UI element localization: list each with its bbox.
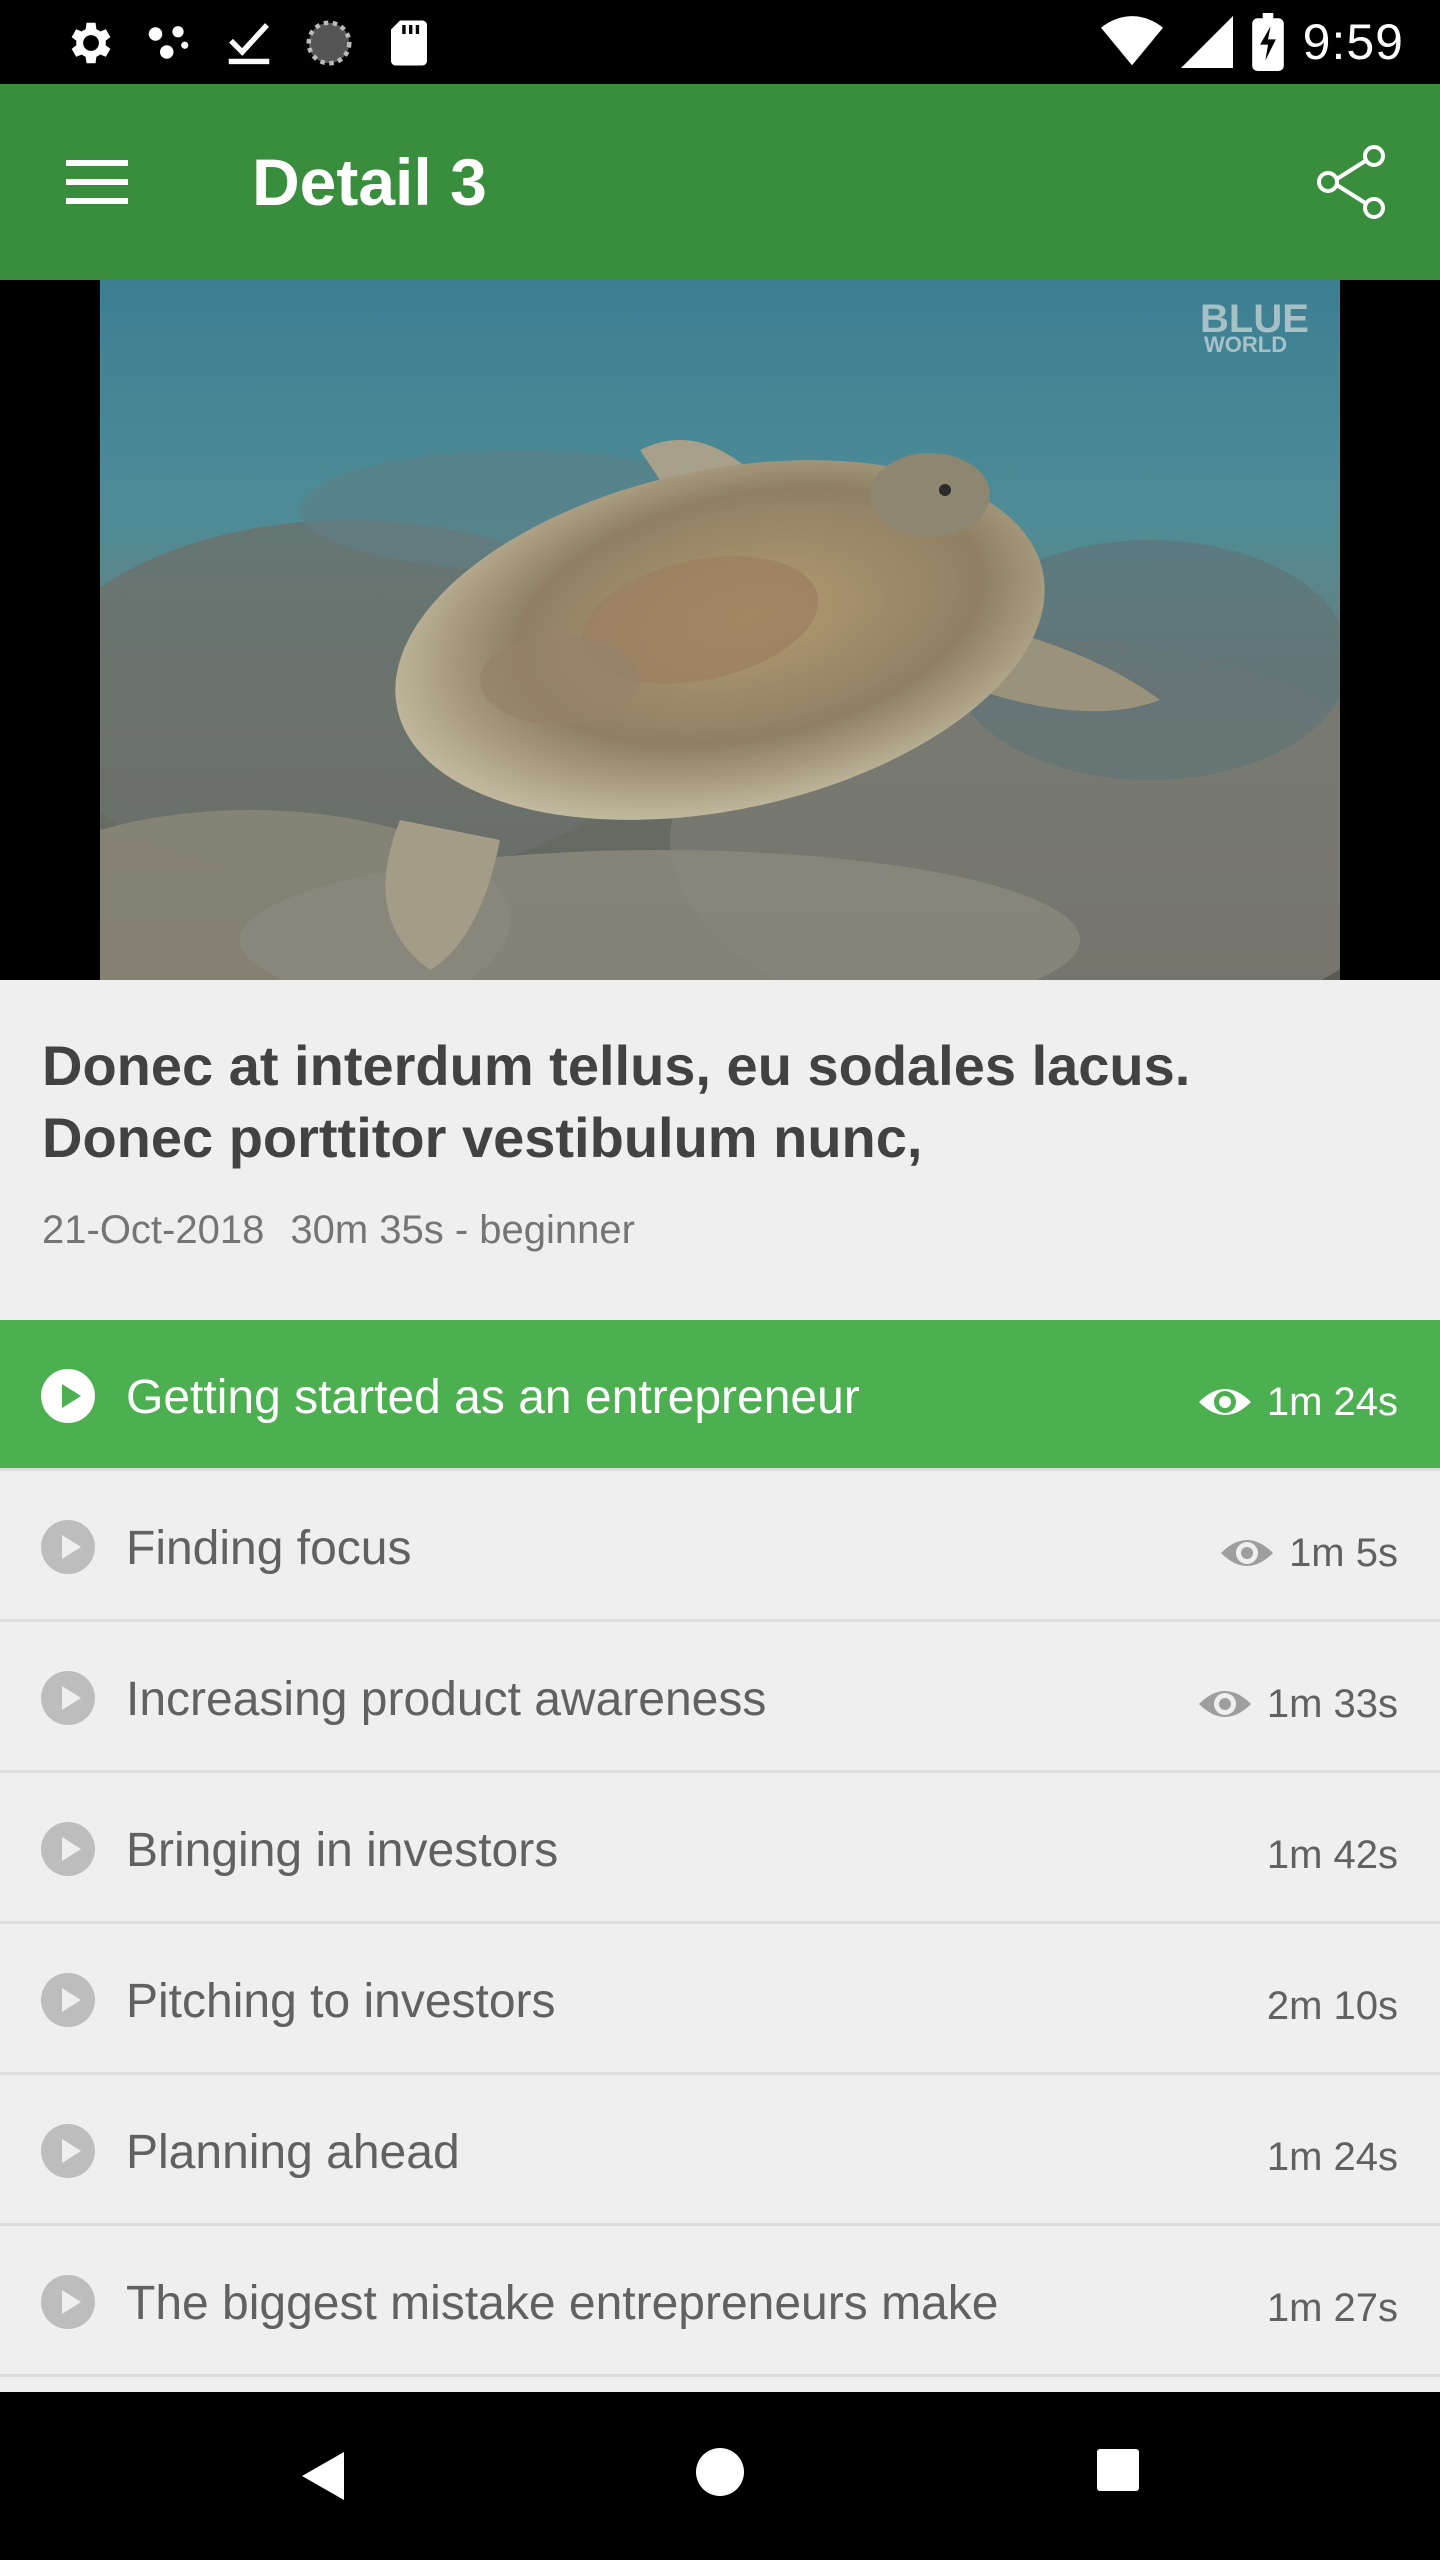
play-circle-icon (41, 2275, 95, 2329)
lesson-duration: 1m 42s (1266, 1833, 1398, 1877)
notification-icons (62, 16, 436, 70)
lesson-title: Planning ahead (126, 2126, 460, 2179)
menu-button[interactable] (62, 152, 132, 212)
lesson-title: Getting started as an entrepreneur (126, 1371, 860, 1424)
lesson-row[interactable]: Increasing product awareness 1m 33s (0, 1622, 1440, 1773)
play-circle-icon (41, 1671, 95, 1725)
lesson-row[interactable]: Bringing in investors 1m 42s (0, 1773, 1440, 1924)
lesson-row[interactable]: Planning ahead 1m 24s (0, 2075, 1440, 2226)
lesson-duration: 1m 27s (1266, 2286, 1398, 2330)
wifi-icon (1100, 16, 1163, 66)
lesson-meta: 2m 10s (1267, 1982, 1398, 2030)
lesson-meta: 1m 24s (1197, 1378, 1398, 1426)
lesson-title: Pitching to investors (126, 1975, 556, 2028)
home-icon[interactable] (694, 2446, 746, 2498)
video-thumbnail: BLUE WORLD (100, 280, 1340, 980)
video-watermark-line2: WORLD (1204, 332, 1287, 357)
dots-icon (148, 26, 189, 59)
lesson-meta: 1m 33s (1197, 1680, 1398, 1728)
lesson-row[interactable]: Getting started as an entrepreneur 1m 24s (0, 1320, 1440, 1471)
eye-icon (1221, 1540, 1274, 1566)
lesson-title: Bringing in investors (126, 1824, 559, 1877)
lesson-list: Getting started as an entrepreneur 1m 24s… (0, 1320, 1440, 2377)
signal-icon (1180, 16, 1233, 68)
lesson-meta: 1m 5s (1219, 1529, 1398, 1577)
lesson-duration: 1m 33s (1266, 1682, 1398, 1726)
navigation-bar (0, 2392, 1440, 2560)
lesson-row[interactable]: Finding focus 1m 5s (0, 1471, 1440, 1622)
lesson-duration: 1m 24s (1266, 2135, 1398, 2179)
sd-card-icon (391, 20, 427, 66)
eye-icon (1198, 1691, 1251, 1717)
lesson-row[interactable]: The biggest mistake entrepreneurs make 1m… (0, 2226, 1440, 2377)
system-icons: 9:59 (1100, 12, 1404, 72)
eye-icon (1198, 1389, 1251, 1415)
play-circle-icon (41, 1822, 95, 1876)
play-circle-icon (41, 1520, 95, 1574)
lesson-row[interactable]: Pitching to investors 2m 10s (0, 1924, 1440, 2075)
course-title: Donec at interdum tellus, eu sodales lac… (42, 1034, 1191, 1169)
video-player[interactable]: BLUE WORLD (0, 280, 1440, 980)
course-date: 21-Oct-2018 (42, 1208, 265, 1252)
recents-icon[interactable] (1094, 2446, 1142, 2494)
lesson-title: Increasing product awareness (126, 1673, 767, 1726)
course-summary: 30m 35s - beginner (290, 1208, 635, 1252)
back-icon[interactable] (296, 2446, 350, 2506)
lesson-title: The biggest mistake entrepreneurs make (126, 2277, 999, 2330)
app-bar: Detail 3 (0, 84, 1440, 280)
lesson-duration: 1m 24s (1266, 1380, 1398, 1424)
hamburger-menu-icon (66, 160, 128, 204)
play-circle-icon (41, 2124, 95, 2178)
share-icon (1317, 145, 1385, 219)
play-circle-icon (41, 1973, 95, 2027)
clock: 9:59 (1302, 14, 1404, 70)
lesson-meta: 1m 27s (1267, 2284, 1398, 2332)
lesson-duration: 1m 5s (1289, 1531, 1398, 1575)
course-info: Donec at interdum tellus, eu sodales lac… (0, 980, 1440, 1320)
page-title: Detail 3 (252, 145, 487, 219)
lesson-meta: 1m 42s (1267, 1831, 1398, 1879)
download-done-icon (228, 23, 270, 65)
lesson-meta: 1m 24s (1267, 2133, 1398, 2181)
lesson-duration: 2m 10s (1266, 1984, 1398, 2028)
status-bar: 9:59 (0, 0, 1440, 84)
battery-charging-icon (1251, 13, 1284, 71)
settings-icon (71, 22, 111, 64)
share-button[interactable] (1312, 142, 1392, 222)
video-frame[interactable]: BLUE WORLD (100, 280, 1340, 980)
course-meta: 21-Oct-2018 30m 35s - beginner (42, 1208, 661, 1253)
sync-icon (306, 20, 352, 66)
lesson-title: Finding focus (126, 1522, 412, 1575)
play-circle-icon (41, 1369, 95, 1423)
